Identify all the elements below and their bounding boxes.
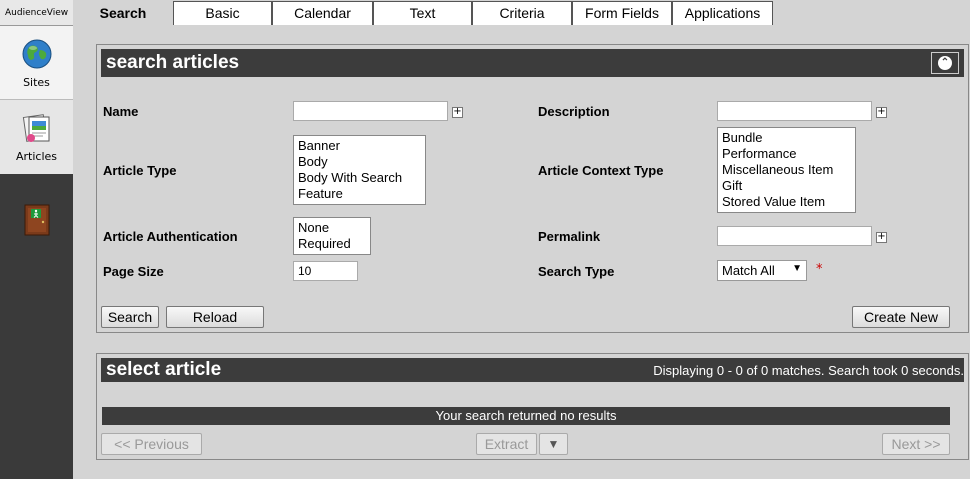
tab-basic[interactable]: Basic bbox=[173, 1, 272, 25]
description-input[interactable] bbox=[717, 101, 872, 121]
list-item[interactable]: Feature bbox=[298, 186, 421, 202]
article-authentication-label: Article Authentication bbox=[103, 229, 238, 244]
description-expand-icon[interactable]: + bbox=[876, 107, 887, 118]
list-item[interactable]: Body With Search bbox=[298, 170, 421, 186]
create-new-button[interactable]: Create New bbox=[852, 306, 950, 328]
sidebar-item-exit[interactable] bbox=[0, 174, 73, 236]
previous-button[interactable]: << Previous bbox=[101, 433, 202, 455]
tab-search[interactable]: Search bbox=[73, 1, 173, 27]
tab-criteria[interactable]: Criteria bbox=[472, 1, 572, 25]
tab-bar: Search Basic Calendar Text Criteria Form… bbox=[73, 0, 970, 27]
next-button[interactable]: Next >> bbox=[882, 433, 950, 455]
page-size-input[interactable]: 10 bbox=[293, 261, 358, 281]
search-panel-header: search articles ⌃ bbox=[101, 49, 964, 77]
panel-title: search articles bbox=[106, 52, 240, 73]
panel-title: select article bbox=[106, 359, 222, 380]
list-item[interactable]: Miscellaneous Item bbox=[722, 162, 851, 178]
article-context-type-listbox[interactable]: Bundle Performance Miscellaneous Item Gi… bbox=[717, 127, 856, 213]
sidebar-item-sites[interactable]: Sites bbox=[0, 26, 73, 100]
collapse-up-icon: ⌃ bbox=[938, 56, 952, 70]
exit-door-icon bbox=[24, 204, 49, 236]
list-item[interactable]: Gift bbox=[722, 178, 851, 194]
tab-text[interactable]: Text bbox=[373, 1, 472, 25]
extract-menu-button[interactable]: ▼ bbox=[539, 433, 568, 455]
globe-icon bbox=[22, 39, 51, 69]
search-type-label: Search Type bbox=[538, 264, 615, 279]
name-expand-icon[interactable]: + bbox=[452, 107, 463, 118]
permalink-expand-icon[interactable]: + bbox=[876, 232, 887, 243]
search-articles-panel: search articles ⌃ Name + Description + A… bbox=[96, 44, 969, 333]
list-item[interactable]: Stored Value Item bbox=[722, 194, 851, 210]
article-type-listbox[interactable]: Banner Body Body With Search Feature bbox=[293, 135, 426, 205]
list-item[interactable]: Body bbox=[298, 154, 421, 170]
sidebar-item-label: Sites bbox=[23, 76, 50, 89]
results-panel-header: select article Displaying 0 - 0 of 0 mat… bbox=[101, 358, 964, 382]
chevron-down-icon: ▼ bbox=[792, 263, 802, 274]
sidebar: AudienceView Sites Articles bbox=[0, 0, 73, 479]
list-item[interactable]: None bbox=[298, 220, 366, 236]
page-size-label: Page Size bbox=[103, 264, 164, 279]
list-item[interactable]: Required bbox=[298, 236, 366, 252]
list-item[interactable]: Banner bbox=[298, 138, 421, 154]
no-results-message: Your search returned no results bbox=[102, 407, 950, 425]
select-article-panel: select article Displaying 0 - 0 of 0 mat… bbox=[96, 353, 969, 460]
tab-applications[interactable]: Applications bbox=[672, 1, 773, 25]
tab-form-fields[interactable]: Form Fields bbox=[572, 1, 672, 25]
list-item[interactable]: Bundle bbox=[722, 130, 851, 146]
article-authentication-listbox[interactable]: None Required bbox=[293, 217, 371, 255]
permalink-input[interactable] bbox=[717, 226, 872, 246]
brand-logo: AudienceView bbox=[0, 0, 73, 26]
collapse-button[interactable]: ⌃ bbox=[931, 52, 959, 74]
name-input[interactable] bbox=[293, 101, 448, 121]
article-type-label: Article Type bbox=[103, 163, 177, 178]
article-context-type-label: Article Context Type bbox=[538, 163, 664, 178]
search-type-value: Match All bbox=[722, 263, 775, 278]
search-type-select[interactable]: Match All ▼ bbox=[717, 260, 807, 281]
permalink-label: Permalink bbox=[538, 229, 601, 244]
name-label: Name bbox=[103, 104, 139, 119]
extract-button[interactable]: Extract bbox=[476, 433, 537, 455]
required-mark: * bbox=[816, 262, 823, 277]
sidebar-item-label: Articles bbox=[15, 150, 58, 163]
search-button[interactable]: Search bbox=[101, 306, 159, 328]
reload-button[interactable]: Reload bbox=[166, 306, 264, 328]
sidebar-item-articles[interactable]: Articles bbox=[0, 100, 73, 174]
description-label: Description bbox=[538, 104, 610, 119]
tab-calendar[interactable]: Calendar bbox=[272, 1, 373, 25]
list-item[interactable]: Performance bbox=[722, 146, 851, 162]
match-info: Displaying 0 - 0 of 0 matches. Search to… bbox=[653, 363, 964, 378]
articles-icon bbox=[22, 114, 49, 142]
